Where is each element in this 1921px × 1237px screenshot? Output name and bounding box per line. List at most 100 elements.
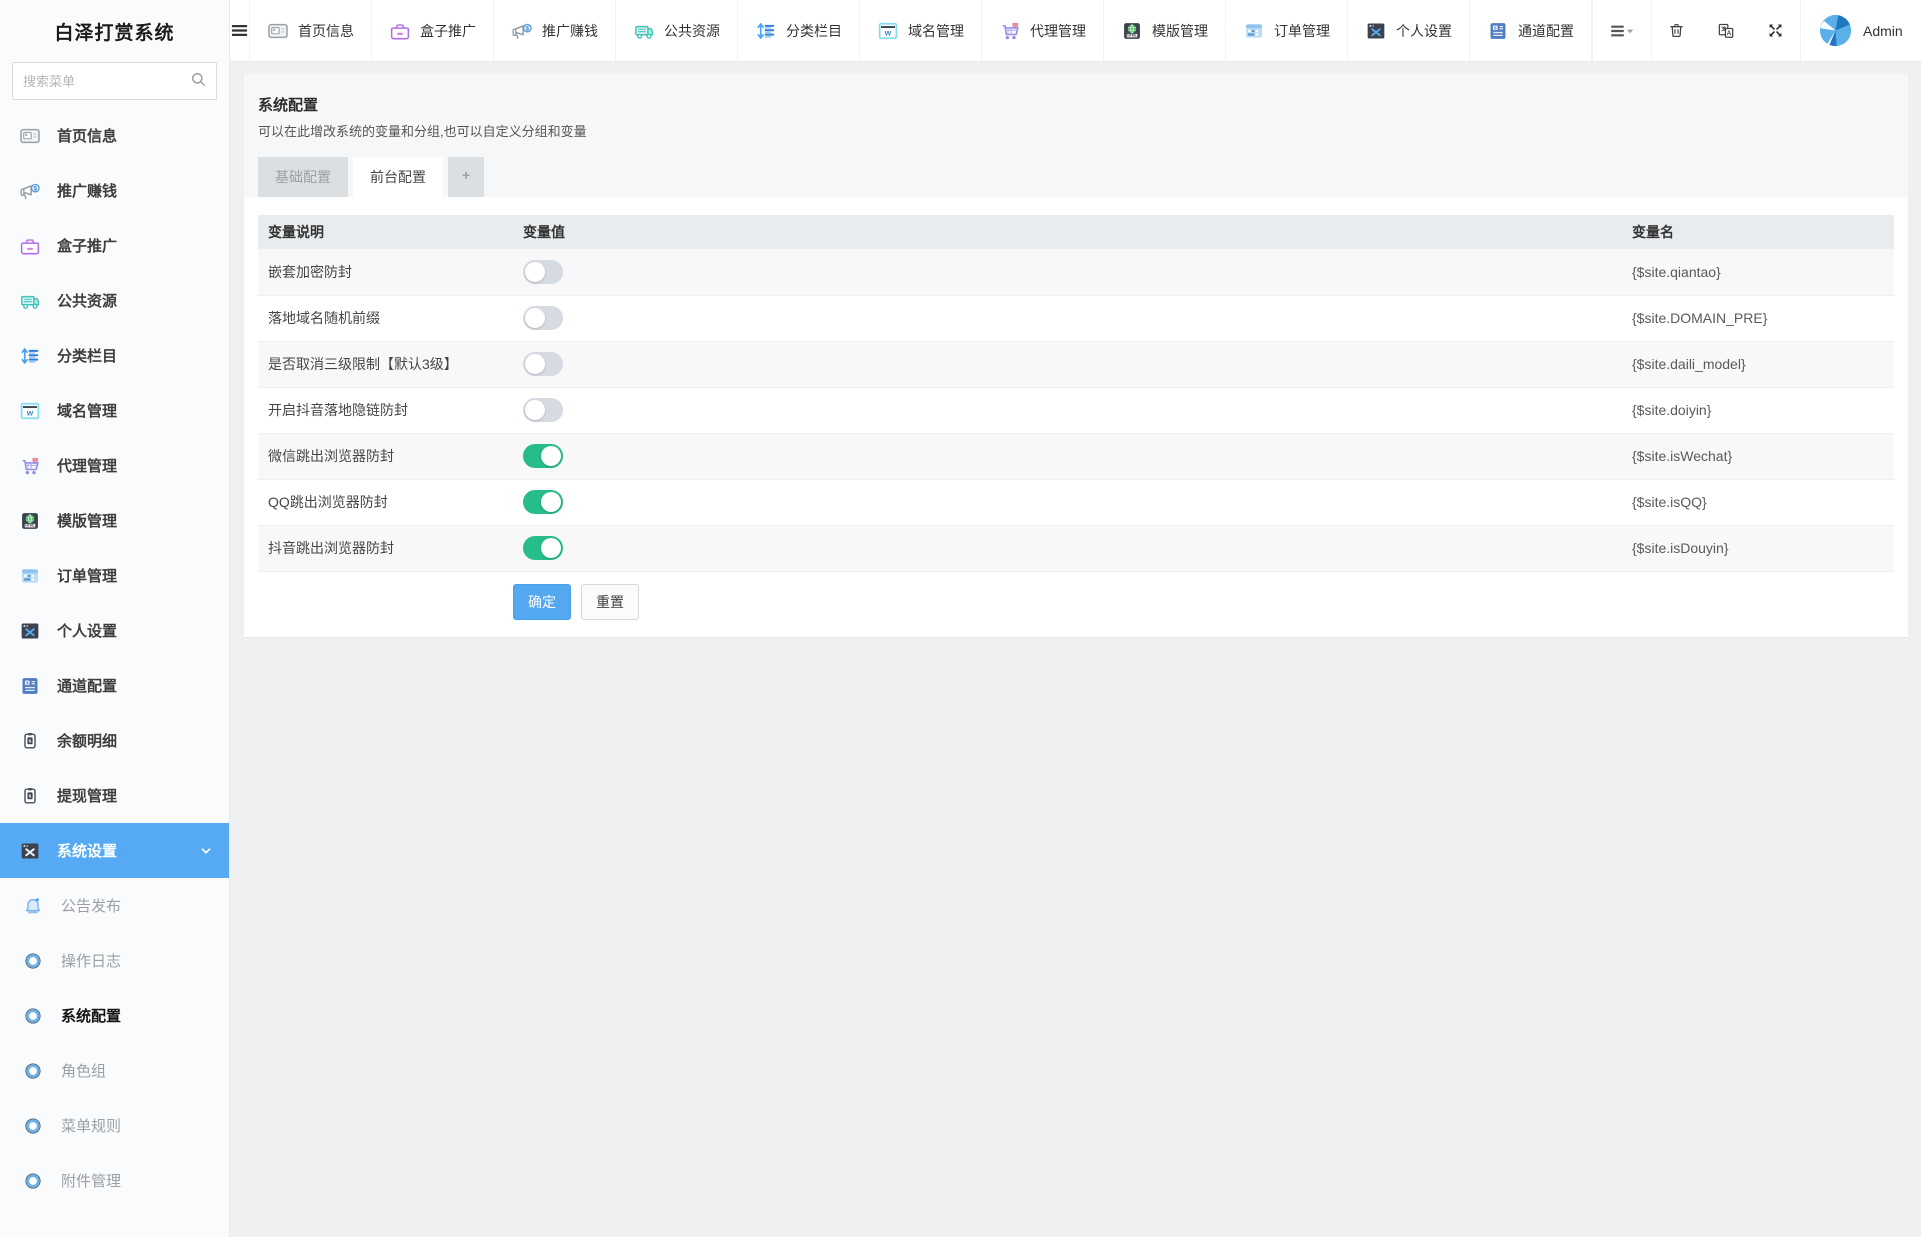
ring-icon — [22, 1170, 44, 1192]
sidebar-item-balance[interactable]: $ 余额明细 — [0, 713, 229, 768]
config-tab-base-config[interactable]: 基础配置 — [258, 157, 348, 197]
svg-text:$: $ — [29, 793, 32, 799]
sidebar-subitem-label: 菜单规则 — [61, 1118, 122, 1135]
nav-tab-domain[interactable]: w 域名管理 — [859, 0, 981, 61]
form-actions: 确定 重置 — [513, 583, 1894, 620]
sidebar-subitem-sys-config[interactable]: 系统配置 — [0, 988, 229, 1043]
translate-icon[interactable]: A — [1701, 0, 1751, 61]
sidebar-subitem-attachment[interactable]: 附件管理 — [0, 1153, 229, 1208]
sidebar-subitem-label: 系统配置 — [61, 1008, 122, 1025]
domain-icon: w — [877, 20, 899, 42]
navbar-right: A Admin — [1592, 0, 1921, 61]
table-row: 是否取消三级限制【默认3级】 {$site.daili_model} — [258, 341, 1894, 388]
sidebar-item-box-promo[interactable]: 盒子推广 — [0, 218, 229, 273]
nav-tab-profile[interactable]: 个人设置 — [1347, 0, 1469, 61]
nav-tab-promo-earn[interactable]: $ 推广赚钱 — [493, 0, 615, 61]
variable-value-cell — [513, 295, 1622, 342]
nav-tab-category[interactable]: 分类栏目 — [737, 0, 859, 61]
ring-icon — [22, 1005, 44, 1027]
sidebar-subitem-menu-rule[interactable]: 菜单规则 — [0, 1098, 229, 1153]
ring-icon — [22, 1115, 44, 1137]
toggle-switch[interactable] — [523, 398, 563, 422]
column-header-1: 变量值 — [513, 215, 1622, 249]
variable-value-cell — [513, 433, 1622, 480]
nav-tab-box-promo[interactable]: 盒子推广 — [371, 0, 493, 61]
toggle-switch[interactable] — [523, 306, 563, 330]
user-menu[interactable]: Admin — [1800, 0, 1921, 61]
sidebar-item-system[interactable]: 系统设置 — [0, 823, 229, 878]
sidebar-item-category[interactable]: 分类栏目 — [0, 328, 229, 383]
nav-tab-label: 个人设置 — [1396, 22, 1452, 39]
sidebar-item-home-info[interactable]: 首页信息 — [0, 108, 229, 163]
confirm-button[interactable]: 确定 — [513, 583, 571, 620]
sidebar-submenu-system: 公告发布 操作日志系统配置角色组菜单规则附件管理 — [0, 878, 229, 1208]
variable-name: {$site.qiantao} — [1622, 249, 1894, 296]
sidebar-item-channel[interactable]: $ 通道配置 — [0, 658, 229, 713]
user-name: Admin — [1863, 22, 1903, 39]
sidebar-subitem-op-log[interactable]: 操作日志 — [0, 933, 229, 988]
config-tab-front-config[interactable]: 前台配置 — [353, 157, 443, 197]
megaphone-icon: $ — [511, 20, 533, 42]
sidebar-item-label: 模版管理 — [57, 513, 118, 530]
sidebar-item-template[interactable]: HTML 模版管理 — [0, 493, 229, 548]
sidebar-subitem-label: 角色组 — [61, 1063, 107, 1080]
toggle-switch[interactable] — [523, 444, 563, 468]
sidebar-item-order[interactable]: 订单管理 — [0, 548, 229, 603]
variable-value-cell — [513, 387, 1622, 434]
template-icon: HTML — [18, 509, 42, 533]
sidebar-item-profile[interactable]: 个人设置 — [0, 603, 229, 658]
list-icon[interactable] — [1592, 0, 1651, 61]
sidebar-item-agent[interactable]: 代理管理 — [0, 438, 229, 493]
template-icon: HTML — [1121, 20, 1143, 42]
search-input[interactable] — [12, 62, 217, 100]
trash-icon[interactable] — [1651, 0, 1701, 61]
table-row: 开启抖音落地隐链防封 {$site.doiyin} — [258, 387, 1894, 434]
sidebar-subitem-role-group[interactable]: 角色组 — [0, 1043, 229, 1098]
home-icon — [18, 124, 42, 148]
nav-tab-label: 分类栏目 — [786, 22, 842, 39]
sidebar-item-public-res[interactable]: 公共资源 — [0, 273, 229, 328]
expand-icon[interactable] — [1751, 0, 1800, 61]
toggle-switch[interactable] — [523, 536, 563, 560]
sidebar-item-promo-earn[interactable]: $ 推广赚钱 — [0, 163, 229, 218]
nav-tab-template[interactable]: HTML 模版管理 — [1103, 0, 1225, 61]
nav-tab-label: 域名管理 — [908, 22, 964, 39]
sidebar-item-label: 首页信息 — [57, 128, 118, 145]
svg-text:HTML: HTML — [1127, 33, 1136, 37]
system-icon — [18, 839, 42, 863]
toggle-knob — [541, 446, 561, 466]
variable-value-cell — [513, 249, 1622, 296]
toggle-knob — [525, 308, 545, 328]
channel-icon: $ — [18, 674, 42, 698]
order-icon — [18, 564, 42, 588]
nav-tab-home-info[interactable]: 首页信息 — [249, 0, 371, 61]
column-header-2: 变量名 — [1622, 215, 1894, 249]
domain-icon: w — [18, 399, 42, 423]
nav-tab-label: 通道配置 — [1518, 22, 1574, 39]
reset-button[interactable]: 重置 — [581, 583, 639, 620]
sidebar-item-domain[interactable]: w 域名管理 — [0, 383, 229, 438]
content-panel: 系统配置 可以在此增改系统的变量和分组,也可以自定义分组和变量 基础配置 前台配置… — [244, 74, 1908, 637]
toggle-switch[interactable] — [523, 490, 563, 514]
sidebar-subitem-announce[interactable]: 公告发布 — [0, 878, 229, 933]
sidebar-item-label: 余额明细 — [57, 733, 118, 750]
nav-tab-public-res[interactable]: 公共资源 — [615, 0, 737, 61]
toggle-switch[interactable] — [523, 259, 563, 284]
sidebar-item-label: 个人设置 — [57, 623, 118, 640]
svg-text:$: $ — [34, 185, 38, 192]
sidebar-item-label: 提现管理 — [57, 788, 118, 805]
sidebar-subitem-label: 附件管理 — [61, 1173, 122, 1190]
add-tab-button[interactable]: + — [448, 157, 485, 197]
page-title: 系统配置 — [258, 97, 319, 114]
svg-text:$: $ — [29, 738, 32, 744]
profile-icon — [18, 619, 42, 643]
toggle-switch[interactable] — [523, 352, 563, 376]
sidebar-item-label: 推广赚钱 — [57, 183, 118, 200]
nav-tab-order[interactable]: 订单管理 — [1225, 0, 1347, 61]
nav-tab-channel[interactable]: $ 通道配置 — [1469, 0, 1592, 61]
ring-icon — [22, 1060, 44, 1082]
avatar — [1819, 14, 1852, 47]
nav-tab-agent[interactable]: 代理管理 — [981, 0, 1103, 61]
hamburger-icon[interactable] — [230, 0, 249, 61]
sidebar-item-withdraw[interactable]: $ 提现管理 — [0, 768, 229, 823]
